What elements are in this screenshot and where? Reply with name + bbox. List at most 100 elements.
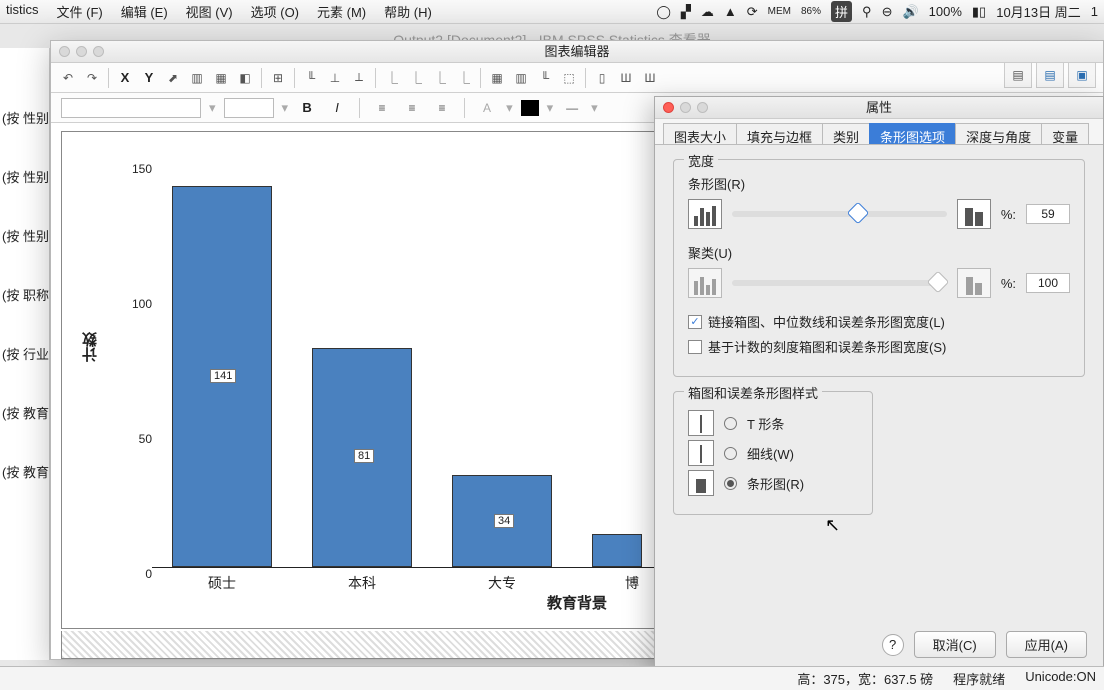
cancel-button[interactable]: 取消(C): [914, 631, 996, 658]
style-t-bar[interactable]: T 形条: [688, 410, 858, 436]
outline-item[interactable]: (按 性别: [0, 147, 49, 206]
tool-icon[interactable]: ⎿: [405, 67, 427, 89]
checkbox-label: 链接箱图、中位数线和误差条形图宽度(L): [708, 312, 945, 331]
doc-icon[interactable]: ▣: [1068, 62, 1096, 88]
status-icon: ◯: [656, 4, 671, 20]
menu-help[interactable]: 帮助 (H): [384, 2, 432, 21]
border-icon[interactable]: —: [561, 97, 583, 119]
redo-icon[interactable]: ↷: [81, 67, 103, 89]
wifi-icon[interactable]: ⊖: [882, 4, 893, 20]
style-group: 箱图和误差条形图样式 T 形条 细线(W) 条形图(R): [673, 391, 873, 515]
style-bar[interactable]: 条形图(R): [688, 470, 858, 496]
status-unicode: Unicode:ON: [1025, 669, 1096, 688]
tab-depth-angle[interactable]: 深度与角度: [955, 123, 1042, 144]
y-tick: 0: [122, 567, 152, 581]
tool-icon[interactable]: ⊞: [267, 67, 289, 89]
bar-width-slider[interactable]: [732, 211, 947, 217]
menu-edit[interactable]: 编辑 (E): [121, 2, 168, 21]
bar-icon[interactable]: ▯: [591, 67, 613, 89]
tool-icon[interactable]: ⬚: [558, 67, 580, 89]
cluster-width-slider[interactable]: [732, 280, 947, 286]
group-legend: 箱图和误差条形图样式: [684, 383, 822, 402]
grid-icon[interactable]: ▦: [486, 67, 508, 89]
fill-color-icon[interactable]: [521, 100, 539, 116]
y-axis-icon[interactable]: Y: [138, 67, 160, 89]
status-dimensions: 高：375，宽：637.5 磅: [797, 669, 933, 688]
radio-label: 细线(W): [747, 444, 794, 463]
font-family-input[interactable]: [61, 98, 201, 118]
tab-variables[interactable]: 变量: [1041, 123, 1089, 144]
bold-icon[interactable]: B: [296, 97, 318, 119]
grid-icon[interactable]: ▥: [510, 67, 532, 89]
tool-icon[interactable]: ▦: [210, 67, 232, 89]
time: 1: [1091, 4, 1098, 19]
menu-file[interactable]: 文件 (F): [57, 2, 103, 21]
menu-options[interactable]: 选项 (O): [251, 2, 299, 21]
tab-bar-options[interactable]: 条形图选项: [869, 123, 956, 144]
tool-icon[interactable]: ◧: [234, 67, 256, 89]
window-controls[interactable]: [59, 46, 104, 57]
pct-label: %:: [1001, 276, 1016, 291]
text-color-icon[interactable]: A: [476, 97, 498, 119]
volume-icon[interactable]: 🔊: [902, 4, 918, 20]
undo-icon[interactable]: ↶: [57, 67, 79, 89]
align-left-icon[interactable]: ≡: [371, 97, 393, 119]
doc-icon[interactable]: ▤: [1036, 62, 1064, 88]
x-axis-icon[interactable]: X: [114, 67, 136, 89]
scale-boxplot-checkbox[interactable]: 基于计数的刻度箱图和误差条形图宽度(S): [688, 337, 1070, 356]
tool-icon[interactable]: ⎿: [429, 67, 451, 89]
apply-button[interactable]: 应用(A): [1006, 631, 1087, 658]
bar-boshi[interactable]: [592, 534, 642, 567]
checkbox-label: 基于计数的刻度箱图和误差条形图宽度(S): [708, 337, 946, 356]
bars-wide-icon: [957, 199, 991, 229]
bar-icon[interactable]: Ш: [639, 67, 661, 89]
doc-icon[interactable]: ▤: [1004, 62, 1032, 88]
t-bar-icon: [688, 410, 714, 436]
outline-item[interactable]: (按 教育: [0, 442, 49, 501]
font-size-input[interactable]: [224, 98, 274, 118]
tab-categories[interactable]: 类别: [822, 123, 870, 144]
outline-item[interactable]: (按 行业: [0, 324, 49, 383]
tool-icon[interactable]: ╙: [534, 67, 556, 89]
style-whisker[interactable]: 细线(W): [688, 440, 858, 466]
align-right-icon[interactable]: ≡: [431, 97, 453, 119]
battery-icon: ▮▯: [972, 4, 986, 20]
bar-icon[interactable]: Ш: [615, 67, 637, 89]
tab-fill-border[interactable]: 填充与边框: [736, 123, 823, 144]
tool-icon[interactable]: ⎿: [453, 67, 475, 89]
editor-title: 图表编辑器: [544, 44, 609, 59]
outline-item[interactable]: (按 职称: [0, 265, 49, 324]
tool-icon[interactable]: ▥: [186, 67, 208, 89]
tool-icon[interactable]: ╙: [300, 67, 322, 89]
bar-width-input[interactable]: [1026, 204, 1070, 224]
tool-icon[interactable]: ⟂: [348, 67, 370, 89]
help-button[interactable]: ?: [882, 634, 904, 656]
menu-view[interactable]: 视图 (V): [186, 2, 233, 21]
y-axis-label: 计数: [80, 332, 101, 362]
editor-titlebar: 图表编辑器: [51, 41, 1103, 63]
cluster-width-input[interactable]: [1026, 273, 1070, 293]
group-legend: 宽度: [684, 151, 718, 170]
status-ready: 程序就绪: [953, 669, 1005, 688]
bluetooth-icon[interactable]: ⚲: [862, 4, 872, 20]
tool-icon[interactable]: ⎿: [381, 67, 403, 89]
tool-icon[interactable]: ⊥: [324, 67, 346, 89]
menu-elements[interactable]: 元素 (M): [317, 2, 366, 21]
outline-item[interactable]: (按 性别: [0, 88, 49, 147]
ime-indicator[interactable]: 拼: [831, 1, 852, 22]
x-category: 本科: [322, 573, 402, 593]
outline-item[interactable]: (按 性别: [0, 206, 49, 265]
y-tick: 150: [122, 162, 152, 176]
bars-narrow-icon: [688, 199, 722, 229]
outline-item[interactable]: (按 教育: [0, 383, 49, 442]
y-tick: 100: [122, 297, 152, 311]
viewer-toolbar-right: ▤ ▤ ▣: [1004, 62, 1096, 88]
tab-chart-size[interactable]: 图表大小: [663, 123, 737, 144]
trend-icon[interactable]: ⬈: [162, 67, 184, 89]
sync-icon: ⟳: [747, 4, 758, 20]
italic-icon[interactable]: I: [326, 97, 348, 119]
link-boxplot-checkbox[interactable]: ✓ 链接箱图、中位数线和误差条形图宽度(L): [688, 312, 1070, 331]
window-controls[interactable]: [663, 102, 708, 113]
checkbox-icon: [688, 340, 702, 354]
align-center-icon[interactable]: ≡: [401, 97, 423, 119]
